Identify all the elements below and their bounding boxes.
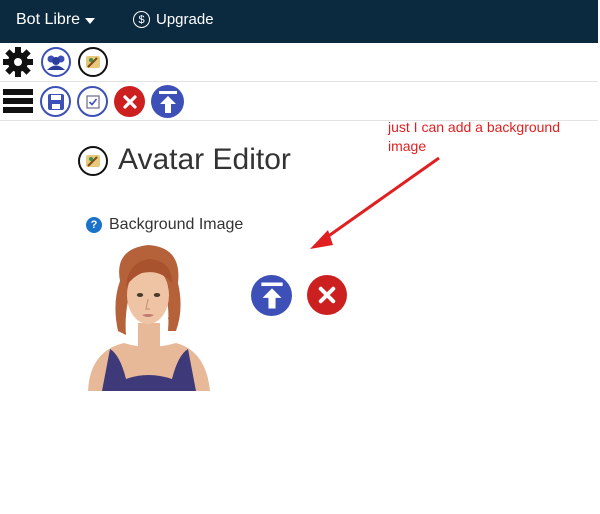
upgrade-link[interactable]: $ Upgrade — [133, 11, 214, 28]
upgrade-label: Upgrade — [156, 11, 214, 28]
brand-menu[interactable]: Bot Libre — [16, 11, 96, 29]
background-image-label: Background Image — [109, 216, 244, 233]
upload-icon[interactable] — [151, 85, 184, 118]
gear-icon[interactable] — [2, 46, 34, 78]
avatar-editor-title-icon — [78, 146, 108, 176]
menu-icon[interactable] — [3, 86, 33, 116]
page-title: Avatar Editor — [118, 143, 291, 176]
brand-label: Bot Libre — [16, 11, 81, 28]
close-icon[interactable] — [114, 86, 145, 117]
avatar-editor-icon[interactable] — [78, 47, 108, 77]
help-icon[interactable]: ? — [86, 217, 102, 233]
avatars-icon[interactable] — [41, 47, 71, 77]
top-navbar: Bot Libre $ Upgrade — [0, 0, 598, 43]
checkbox-icon[interactable] — [77, 86, 108, 117]
upload-background-button[interactable] — [251, 275, 292, 316]
delete-background-button[interactable] — [307, 275, 347, 315]
annotation-arrow — [310, 156, 440, 249]
avatar-preview-image — [84, 239, 212, 391]
save-icon[interactable] — [40, 86, 71, 117]
toolbar-divider — [0, 81, 598, 82]
dollar-icon: $ — [133, 11, 150, 28]
caret-down-icon — [85, 18, 96, 24]
